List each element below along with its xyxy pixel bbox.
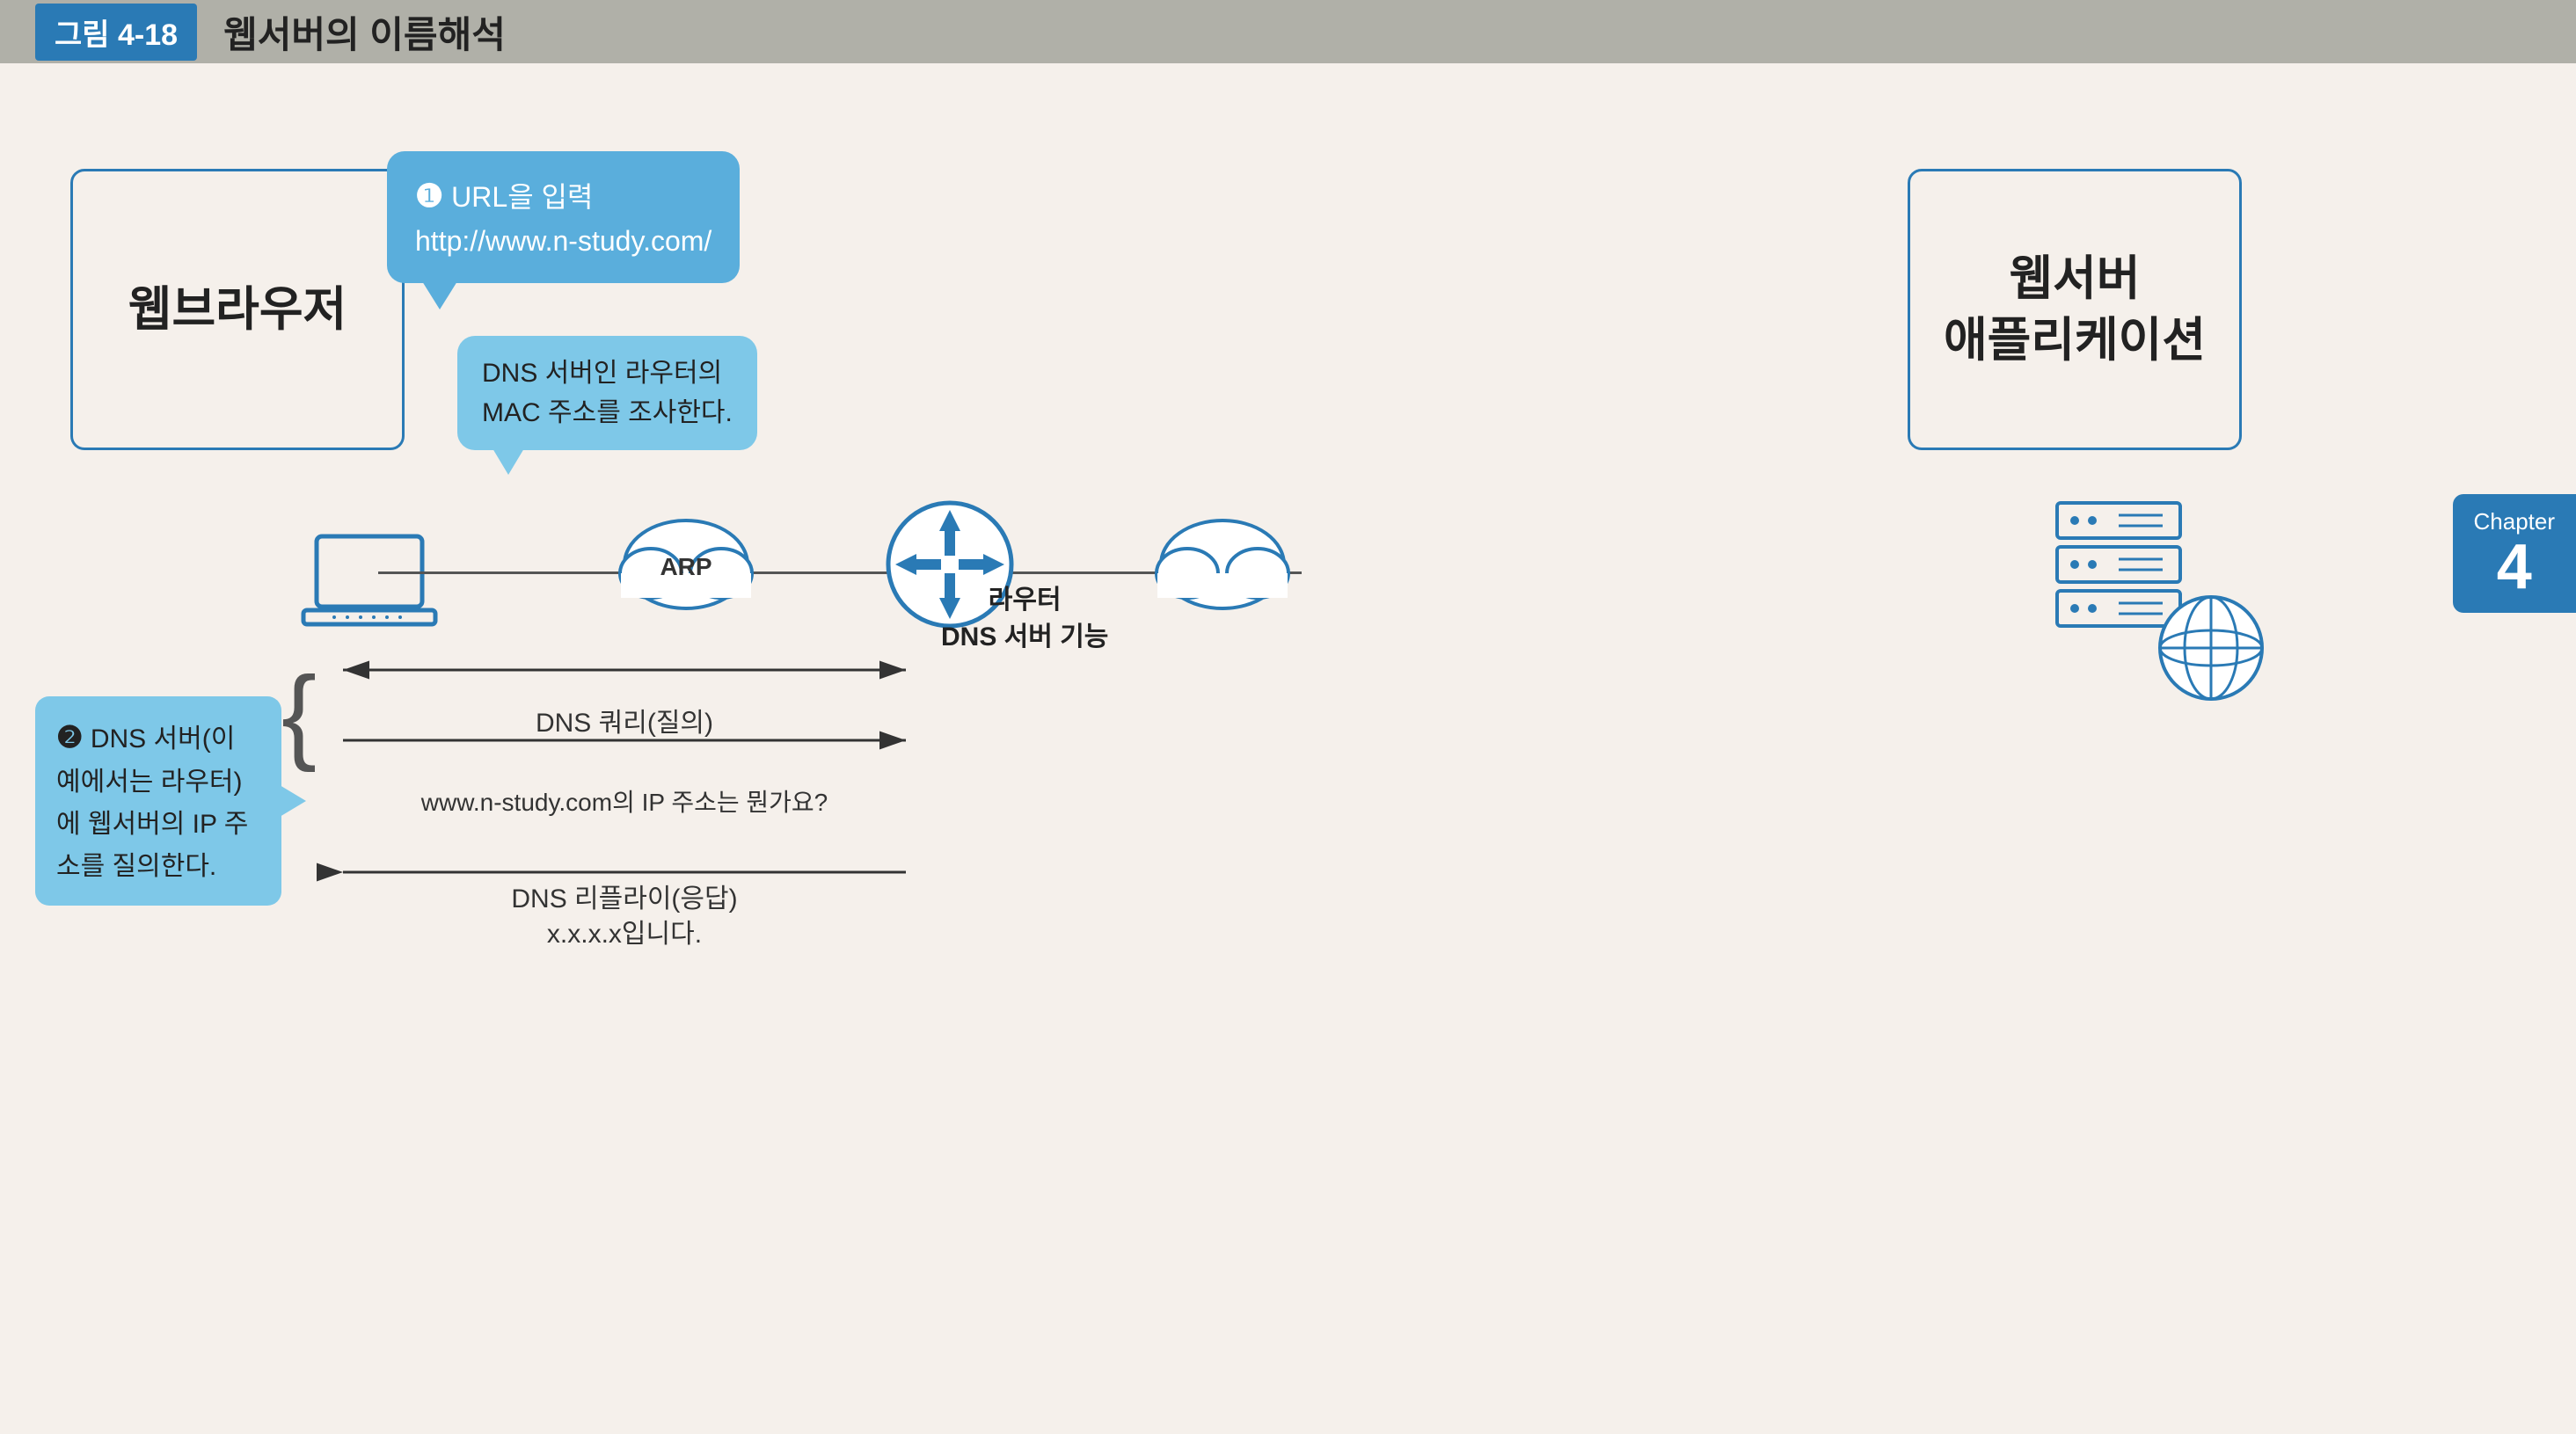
bubble-dns-mac: DNS 서버인 라우터의 MAC 주소를 조사한다. [457, 336, 757, 450]
chapter-badge: Chapter 4 [2453, 494, 2576, 613]
web-server-label: 웹서버 애플리케이션 [1944, 248, 2206, 371]
web-browser-label: 웹브라우저 [128, 279, 347, 340]
arrows-diagram: DNS 쿼리(질의) www.n-study.com의 IP 주소는 뭔가요? … [290, 635, 1064, 951]
chapter-number: 4 [2474, 535, 2556, 599]
svg-text:www.n-study.com의 IP 주소는 뭔가요?: www.n-study.com의 IP 주소는 뭔가요? [420, 789, 828, 816]
bubble-dns-mac-line2: MAC 주소를 조사한다. [482, 398, 733, 427]
step1-num: ❶ [415, 178, 443, 214]
bubble-url-line2: http://www.n-study.com/ [415, 225, 712, 257]
step2-num: ❷ [56, 721, 83, 754]
svg-text:DNS 리플라이(응답): DNS 리플라이(응답) [511, 884, 737, 914]
laptop-icon [299, 529, 440, 635]
cloud-arp: ARP [607, 512, 765, 626]
web-server-box: 웹서버 애플리케이션 [1908, 169, 2242, 450]
svg-text:ARP: ARP [660, 553, 712, 580]
web-browser-box: 웹브라우저 [70, 169, 405, 450]
svg-text:DNS 쿼리(질의): DNS 쿼리(질의) [536, 709, 713, 738]
bubble-url-line1: URL을 입력 [451, 181, 593, 213]
cloud-right [1143, 512, 1302, 626]
figure-title: 웹서버의 이름해석 [223, 5, 506, 59]
dns-server-text: DNS 서버(이 예에서는 라우터)에 웹서버의 IP 주소를 질의한다. [56, 724, 248, 881]
figure-tag: 그림 4-18 [35, 4, 197, 61]
header-bar: 그림 4-18 웹서버의 이름해석 [0, 0, 2576, 63]
bubble-dns-mac-line1: DNS 서버인 라우터의 [482, 359, 722, 388]
bubble-url: ❶ URL을 입력 http://www.n-study.com/ [387, 151, 740, 283]
dns-server-box: ❷ DNS 서버(이 예에서는 라우터)에 웹서버의 IP 주소를 질의한다. [35, 696, 281, 906]
main-content: 웹브라우저 웹서버 애플리케이션 ❶ URL을 입력 http://www.n-… [0, 63, 2576, 1434]
globe-icon [2154, 591, 2268, 705]
svg-text:x.x.x.x입니다.: x.x.x.x입니다. [547, 920, 702, 949]
